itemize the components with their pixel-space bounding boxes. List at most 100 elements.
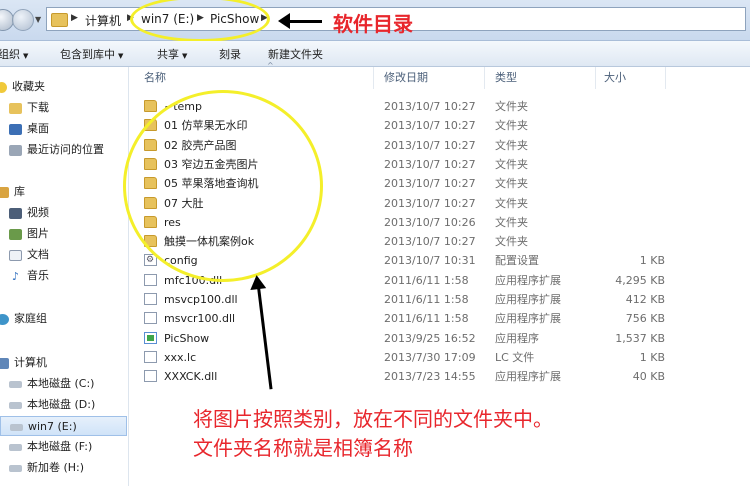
file-icon — [144, 293, 157, 305]
nav-libraries[interactable]: 库 — [0, 182, 25, 202]
nav-music[interactable]: ♪ 音乐 — [9, 266, 49, 286]
file-type: 文件夹 — [495, 100, 528, 113]
computer-icon — [0, 357, 9, 369]
folder-icon — [144, 100, 157, 112]
annotation-title: 软件目录 — [333, 12, 413, 36]
file-row[interactable]: msvcp100.dll 2011/6/11 1:58 应用程序扩展 412 KB — [129, 290, 669, 309]
file-name: msvcr100.dll — [164, 312, 236, 326]
music-icon: ♪ — [11, 269, 20, 283]
file-type: 应用程序扩展 — [495, 312, 561, 326]
nav-drive-d[interactable]: 本地磁盘 (D:) — [9, 395, 95, 415]
file-type: 配置设置 — [495, 254, 539, 268]
file-type: 文件夹 — [495, 177, 528, 191]
nav-computer[interactable]: 计算机 — [0, 353, 47, 373]
file-size: 1 KB — [639, 350, 665, 364]
file-type: 应用程序扩展 — [495, 293, 561, 306]
annotation-note-line1: 将图片按照类别，放在不同的文件夹中。 — [193, 407, 553, 431]
star-icon — [0, 81, 7, 93]
history-dropdown-icon[interactable]: ▼ — [35, 15, 41, 24]
file-type: LC 文件 — [495, 350, 535, 364]
file-date: 2011/6/11 1:58 — [384, 293, 469, 306]
drive-icon — [9, 443, 22, 451]
file-date: 2013/10/7 10:31 — [384, 254, 476, 268]
annotation-note-line2: 文件夹名称就是相簿名称 — [193, 436, 413, 460]
nav-drive-h[interactable]: 新加卷 (H:) — [9, 458, 84, 478]
nav-homegroup[interactable]: 家庭组 — [0, 309, 47, 329]
nav-recent[interactable]: 最近访问的位置 — [9, 140, 104, 160]
file-icon — [144, 273, 157, 286]
file-row[interactable]: PicShow 2013/9/25 16:52 应用程序 1,537 KB — [129, 329, 669, 348]
file-size: 1,537 KB — [615, 331, 665, 345]
file-date: 2013/9/25 16:52 — [384, 331, 476, 345]
homegroup-icon — [0, 313, 9, 325]
file-type: 文件夹 — [495, 138, 528, 152]
file-type: 应用程序扩展 — [495, 273, 561, 287]
breadcrumb-computer[interactable]: 计算机 — [85, 12, 121, 29]
nav-videos[interactable]: 视频 — [9, 203, 49, 223]
file-date: 2013/10/7 10:26 — [384, 215, 476, 229]
file-name: msvcp100.dll — [164, 293, 238, 306]
nav-drive-c[interactable]: 本地磁盘 (C:) — [9, 374, 94, 394]
drive-icon — [9, 380, 22, 388]
burn-button[interactable]: 刻录 — [219, 46, 241, 62]
file-size: 412 KB — [625, 293, 665, 306]
nav-pictures[interactable]: 图片 — [9, 224, 49, 244]
column-header-type[interactable]: 类型 — [485, 67, 596, 89]
include-library-button[interactable]: 包含到库中 ▼ — [60, 46, 123, 62]
column-header-size[interactable]: 大小 — [596, 67, 666, 89]
file-size: 1 KB — [639, 254, 665, 268]
desktop-icon — [9, 123, 22, 135]
file-type: 文件夹 — [495, 215, 528, 229]
file-date: 2013/7/30 17:09 — [384, 350, 476, 364]
folder-icon — [51, 13, 68, 27]
navigation-pane: 收藏夹 下载 桌面 最近访问的位置 库 视频 图片 文档 ♪ 音乐 家庭组 计算机… — [0, 67, 129, 486]
file-name: XXXCK.dll — [164, 370, 218, 384]
command-bar: 组织 ▼ 包含到库中 ▼ 共享 ▼ 刻录 新建文件夹 — [0, 41, 750, 67]
file-name: xxx.lc — [164, 350, 197, 364]
file-date: 2013/10/7 10:27 — [384, 119, 476, 133]
highlight-ellipse-address — [130, 0, 270, 42]
video-icon — [9, 207, 22, 219]
file-icon — [144, 350, 157, 363]
file-date: 2013/10/7 10:27 — [384, 235, 476, 249]
column-header-name[interactable]: 名称 — [129, 67, 374, 89]
library-icon — [0, 186, 9, 198]
chevron-right-icon[interactable]: ▶ — [71, 13, 78, 23]
nav-favorites[interactable]: 收藏夹 — [0, 77, 45, 97]
nav-documents[interactable]: 文档 — [9, 245, 49, 265]
nav-drive-f[interactable]: 本地磁盘 (F:) — [9, 437, 92, 457]
app-icon — [144, 331, 157, 344]
file-date: 2013/7/23 14:55 — [384, 370, 476, 384]
share-button[interactable]: 共享 ▼ — [157, 46, 187, 62]
highlight-ellipse-folders — [123, 90, 323, 282]
address-bar: ▼ ▶ 计算机 ▶ win7 (E:) ▶ PicShow ▶ 软件目录 — [0, 0, 750, 42]
nav-drive-e[interactable]: win7 (E:) — [0, 416, 127, 436]
file-name: PicShow — [164, 331, 210, 345]
file-date: 2013/10/7 10:27 — [384, 138, 476, 152]
file-date: 2013/10/7 10:27 — [384, 177, 476, 191]
file-date: 2013/10/7 10:27 — [384, 100, 476, 113]
organize-button[interactable]: 组织 ▼ — [0, 46, 28, 62]
file-type: 文件夹 — [495, 157, 528, 171]
recent-places-icon — [9, 144, 22, 156]
annotation-arrow-left — [278, 13, 322, 29]
nav-downloads[interactable]: 下载 — [9, 98, 49, 118]
file-type: 应用程序扩展 — [495, 370, 561, 384]
picture-icon — [9, 228, 22, 240]
file-type: 文件夹 — [495, 119, 528, 133]
forward-button[interactable] — [12, 9, 34, 31]
file-date: 2013/10/7 10:27 — [384, 157, 476, 171]
file-row[interactable]: XXXCK.dll 2013/7/23 14:55 应用程序扩展 40 KB — [129, 367, 669, 386]
file-date: 2013/10/7 10:27 — [384, 196, 476, 210]
drive-icon — [10, 423, 23, 431]
new-folder-button[interactable]: 新建文件夹 — [268, 46, 323, 62]
document-icon — [9, 249, 22, 261]
download-folder-icon — [9, 102, 22, 114]
file-row[interactable]: msvcr100.dll 2011/6/11 1:58 应用程序扩展 756 KB — [129, 309, 669, 328]
file-type: 文件夹 — [495, 235, 528, 249]
file-date: 2011/6/11 1:58 — [384, 273, 469, 287]
column-header-modified[interactable]: 修改日期 — [374, 67, 485, 89]
file-row[interactable]: xxx.lc 2013/7/30 17:09 LC 文件 1 KB — [129, 348, 669, 367]
drive-icon — [9, 464, 22, 472]
nav-desktop[interactable]: 桌面 — [9, 119, 49, 139]
